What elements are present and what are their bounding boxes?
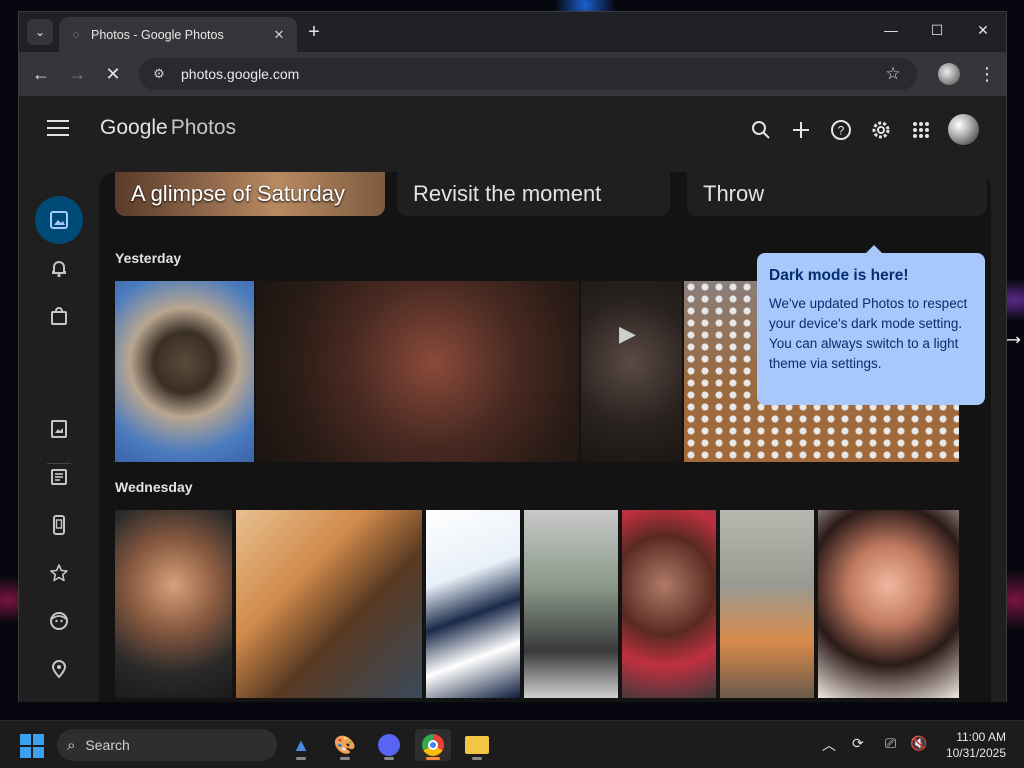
tab-search-button[interactable]: ⌄ (27, 19, 53, 45)
tooltip-title: Dark mode is here! (769, 267, 909, 284)
volume-muted-icon[interactable]: 🔇 (910, 735, 927, 752)
taskbar-app-file-explorer[interactable] (459, 729, 495, 761)
memory-card[interactable]: Throw (687, 172, 987, 216)
nav-updates[interactable] (35, 244, 83, 292)
header-actions: ? (741, 118, 941, 142)
search-icon[interactable] (741, 118, 781, 142)
taskbar-app-discord[interactable] (371, 729, 407, 761)
memory-card[interactable]: Revisit the moment (397, 172, 670, 216)
nav-albums[interactable] (35, 405, 83, 453)
search-icon: ⌕ (67, 736, 76, 754)
bell-icon (52, 261, 66, 278)
nav-photos[interactable] (35, 196, 83, 244)
photo-thumbnail[interactable] (236, 510, 422, 698)
taskbar-app-paint[interactable]: 🎨 (327, 729, 363, 761)
flame-app-icon: ▲ (292, 734, 310, 755)
tab-strip: ⌄ ◌ Photos - Google Photos ✕ + — ☐ ✕ (19, 12, 1006, 52)
windows-start-icon[interactable] (20, 734, 44, 758)
window-controls: — ☐ ✕ (868, 12, 1006, 48)
photo-thumbnail[interactable] (256, 281, 579, 462)
address-bar[interactable]: ⚙ photos.google.com ☆ (139, 58, 917, 90)
nav-more[interactable] (35, 693, 83, 702)
nav-documents[interactable] (35, 453, 83, 501)
settings-gear-icon[interactable] (861, 118, 901, 142)
face-icon (50, 612, 68, 630)
search-label: Search (85, 737, 130, 753)
memory-label: Revisit the moment (413, 181, 602, 206)
photo-thumbnail[interactable] (524, 510, 618, 698)
url-text[interactable]: photos.google.com (181, 66, 879, 82)
shopping-bag-icon (51, 307, 67, 325)
nav-print-store[interactable] (35, 292, 83, 340)
nav-places[interactable] (35, 645, 83, 693)
date-section-title: Yesterday (115, 250, 182, 266)
apps-grid-icon[interactable] (901, 118, 941, 142)
google-photos-logo[interactable]: Google Photos (100, 116, 236, 140)
help-icon[interactable]: ? (821, 118, 861, 142)
document-icon (51, 469, 67, 485)
photo-thumbnail[interactable] (115, 510, 232, 698)
album-icon (51, 420, 67, 438)
nav-favorites[interactable] (35, 549, 83, 597)
photos-page: Google Photos ? A glimpse of Saturday Re… (19, 96, 1006, 702)
create-plus-icon[interactable] (781, 118, 821, 142)
windows-taskbar: ⌕ Search ▲ 🎨 ︿ ⟳ ⎚ 🔇 11:00 AM 10/31/2025 (0, 720, 1024, 768)
tab-title: Photos - Google Photos (91, 27, 224, 42)
account-avatar[interactable] (948, 114, 979, 145)
maximize-button[interactable]: ☐ (914, 12, 960, 48)
new-tab-button[interactable]: + (302, 21, 326, 45)
browser-profile-avatar[interactable] (938, 63, 960, 85)
photo-thumbnail[interactable] (818, 510, 959, 698)
browser-menu-icon[interactable]: ⋮ (977, 62, 997, 86)
play-icon: ▶ (619, 321, 636, 346)
show-hidden-icons-chevron-icon[interactable]: ︿ (822, 735, 836, 755)
taskbar-search[interactable]: ⌕ Search (57, 729, 277, 761)
photo-thumbnail[interactable] (115, 281, 254, 462)
photo-thumbnail[interactable] (622, 510, 716, 698)
dark-mode-tooltip[interactable]: Dark mode is here! We've updated Photos … (757, 245, 985, 405)
close-tab-icon[interactable]: ✕ (271, 27, 287, 43)
taskbar-app-chrome[interactable] (415, 729, 451, 761)
location-pin-icon (51, 660, 67, 679)
photos-icon (50, 211, 68, 229)
nav-screenshots[interactable] (35, 501, 83, 549)
close-window-button[interactable]: ✕ (960, 12, 1006, 48)
tooltip-body: We've updated Photos to respect your dev… (769, 296, 968, 371)
photo-thumbnail[interactable] (720, 510, 814, 698)
main-menu-icon[interactable] (47, 120, 69, 138)
network-icon[interactable]: ⎚ (885, 735, 896, 752)
system-clock[interactable]: 11:00 AM 10/31/2025 (946, 729, 1006, 761)
nav-people[interactable] (35, 597, 83, 645)
taskbar-app-copilot[interactable]: ▲ (283, 729, 319, 761)
chevron-down-icon: ⌄ (34, 25, 46, 39)
date-section-title: Wednesday (115, 479, 193, 495)
stop-loading-button[interactable]: ✕ (101, 62, 125, 86)
photo-row (115, 510, 959, 698)
chrome-icon (422, 734, 444, 756)
site-info-icon[interactable]: ⚙ (147, 62, 171, 86)
photo-grid-area: A glimpse of Saturday Revisit the moment… (99, 172, 991, 702)
svg-text:?: ? (838, 124, 845, 138)
folder-icon (465, 736, 489, 754)
phone-screenshot-icon (53, 515, 65, 535)
tab-photos[interactable]: ◌ Photos - Google Photos ✕ (59, 17, 297, 52)
discord-icon (378, 734, 400, 756)
memory-card[interactable]: A glimpse of Saturday (115, 172, 385, 216)
forward-button[interactable]: → (65, 62, 89, 86)
memory-label: A glimpse of Saturday (131, 181, 346, 206)
loading-favicon-icon: ◌ (72, 28, 80, 41)
bookmark-star-icon[interactable]: ☆ (879, 64, 907, 84)
photo-thumbnail[interactable] (426, 510, 520, 698)
browser-toolbar: ← → ✕ ⚙ photos.google.com ☆ ⋮ (19, 52, 1006, 96)
paint-palette-icon: 🎨 (333, 734, 357, 755)
clock-date: 10/31/2025 (945, 746, 1006, 760)
memory-label: Throw (703, 181, 765, 206)
minimize-button[interactable]: — (868, 12, 914, 48)
video-thumbnail[interactable]: ▶ (581, 281, 682, 462)
sync-icon[interactable]: ⟳ (852, 735, 864, 752)
browser-window: ⌄ ◌ Photos - Google Photos ✕ + — ☐ ✕ ← →… (18, 11, 1007, 702)
star-icon (50, 564, 68, 582)
back-button[interactable]: ← (29, 62, 53, 86)
clock-time: 11:00 AM (956, 730, 1006, 744)
